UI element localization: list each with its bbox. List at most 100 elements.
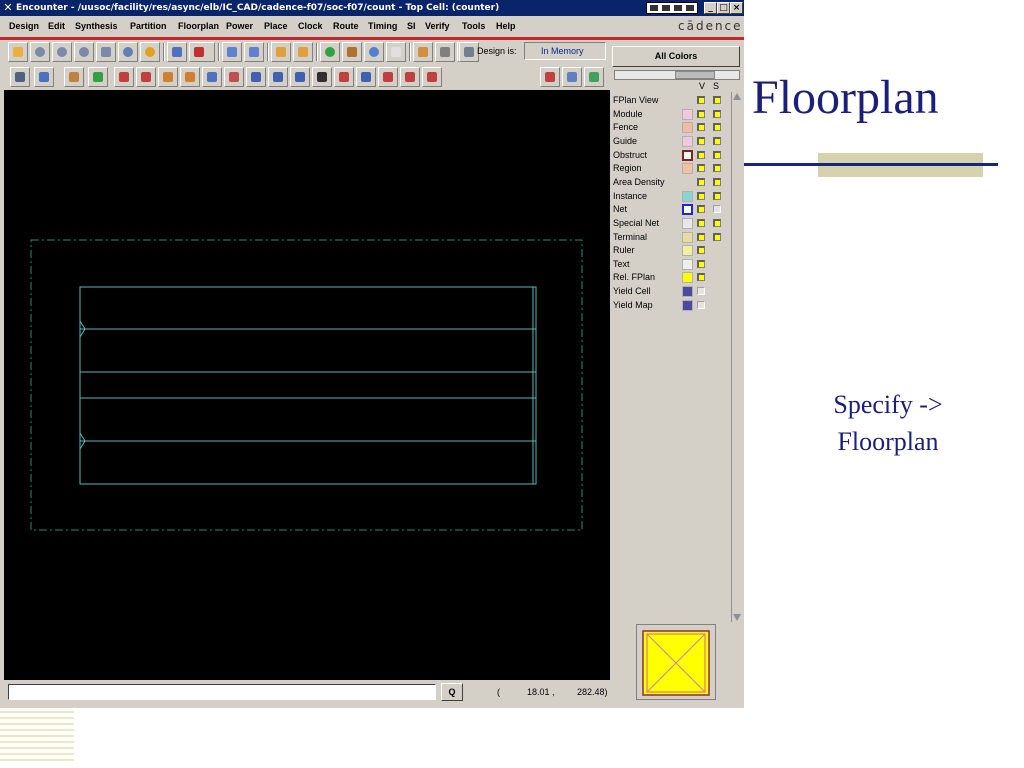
visible-checkbox[interactable] bbox=[697, 177, 705, 186]
menu-floorplan[interactable]: Floorplan bbox=[178, 21, 219, 31]
layer-color-swatch[interactable] bbox=[682, 163, 693, 175]
redraw-icon[interactable] bbox=[118, 42, 138, 62]
visible-checkbox[interactable] bbox=[697, 136, 705, 145]
visible-checkbox[interactable] bbox=[697, 273, 705, 282]
scroll-up-icon[interactable] bbox=[733, 93, 741, 100]
select-pointer-icon[interactable] bbox=[10, 67, 30, 87]
zoom-in-icon[interactable] bbox=[30, 42, 50, 62]
overview-window[interactable] bbox=[636, 624, 716, 700]
bend-tool-icon[interactable] bbox=[312, 67, 332, 87]
selectable-checkbox[interactable] bbox=[713, 96, 721, 104]
selectable-checkbox[interactable] bbox=[713, 232, 721, 241]
place-tool-icon[interactable] bbox=[136, 67, 156, 87]
stack-tool-icon[interactable] bbox=[180, 67, 200, 87]
menu-clock[interactable]: Clock bbox=[298, 21, 323, 31]
open-folder-icon[interactable] bbox=[8, 42, 28, 62]
select-color-icon[interactable] bbox=[167, 42, 187, 62]
split-tool-icon[interactable] bbox=[224, 67, 244, 87]
menu-design[interactable]: Design bbox=[9, 21, 39, 31]
camera-icon[interactable] bbox=[435, 42, 455, 62]
green-status-icon[interactable] bbox=[320, 42, 340, 62]
layer-color-swatch[interactable] bbox=[682, 190, 693, 202]
drag-tool-icon[interactable] bbox=[334, 67, 354, 87]
visible-checkbox[interactable] bbox=[697, 164, 705, 173]
visible-checkbox[interactable] bbox=[697, 259, 705, 268]
selectable-checkbox[interactable] bbox=[713, 191, 721, 200]
visible-checkbox[interactable] bbox=[697, 246, 705, 255]
selectable-checkbox[interactable] bbox=[713, 123, 721, 132]
selectable-checkbox[interactable] bbox=[713, 164, 721, 173]
command-input[interactable] bbox=[8, 684, 436, 700]
floorplan-view-icon[interactable] bbox=[540, 67, 560, 87]
green-box-icon[interactable] bbox=[88, 67, 108, 87]
layer-color-swatch[interactable] bbox=[682, 299, 693, 311]
query-button[interactable]: Q bbox=[441, 683, 463, 701]
visible-checkbox[interactable] bbox=[697, 232, 705, 241]
menu-synthesis[interactable]: Synthesis bbox=[75, 21, 118, 31]
measure-tool-icon[interactable] bbox=[400, 67, 420, 87]
visible-checkbox[interactable] bbox=[697, 300, 705, 309]
layer-panel-slider[interactable] bbox=[614, 70, 740, 80]
visible-checkbox[interactable] bbox=[697, 150, 705, 159]
visible-checkbox[interactable] bbox=[697, 109, 705, 118]
selectable-checkbox[interactable] bbox=[713, 177, 721, 186]
layer-color-swatch[interactable] bbox=[682, 258, 693, 270]
menu-tools[interactable]: Tools bbox=[462, 21, 485, 31]
selectable-checkbox[interactable] bbox=[713, 136, 721, 145]
redo-icon[interactable] bbox=[293, 42, 313, 62]
window-manager-icons[interactable] bbox=[646, 2, 698, 14]
shape-tool-icon[interactable] bbox=[246, 67, 266, 87]
menu-edit[interactable]: Edit bbox=[48, 21, 65, 31]
selectable-checkbox[interactable] bbox=[713, 205, 721, 214]
selectable-checkbox[interactable] bbox=[713, 218, 721, 227]
visible-checkbox[interactable] bbox=[697, 96, 705, 104]
layer-color-swatch[interactable] bbox=[682, 286, 693, 298]
align-tool-icon[interactable] bbox=[268, 67, 288, 87]
amoeba-view-icon[interactable] bbox=[562, 67, 582, 87]
clipboard-icon[interactable] bbox=[386, 42, 406, 62]
zoom-area-icon[interactable] bbox=[74, 42, 94, 62]
module-tool-icon[interactable] bbox=[202, 67, 222, 87]
hierarchy-icon[interactable] bbox=[342, 42, 362, 62]
scroll-down-icon[interactable] bbox=[733, 614, 741, 621]
all-colors-button[interactable]: All Colors bbox=[612, 46, 740, 67]
layer-color-swatch[interactable] bbox=[682, 231, 693, 243]
menu-power[interactable]: Power bbox=[226, 21, 253, 31]
visible-checkbox[interactable] bbox=[697, 205, 705, 214]
flip-tool-icon[interactable] bbox=[158, 67, 178, 87]
layer-color-swatch[interactable] bbox=[682, 204, 693, 216]
wire-tool-icon[interactable] bbox=[64, 67, 84, 87]
pattern-dropdown-icon[interactable] bbox=[189, 42, 215, 62]
physical-view-icon[interactable] bbox=[584, 67, 604, 87]
selectable-checkbox[interactable] bbox=[713, 150, 721, 159]
layer-panel-scrollbar[interactable] bbox=[731, 92, 741, 622]
layer-color-swatch[interactable] bbox=[682, 272, 693, 284]
move-tool-icon[interactable] bbox=[34, 67, 54, 87]
menu-verify[interactable]: Verify bbox=[425, 21, 450, 31]
menu-place[interactable]: Place bbox=[264, 21, 288, 31]
menu-si[interactable]: SI bbox=[407, 21, 416, 31]
maximize-button[interactable]: □ bbox=[717, 2, 730, 14]
route-arrow-icon[interactable] bbox=[244, 42, 264, 62]
menu-timing[interactable]: Timing bbox=[368, 21, 397, 31]
cut-tool-icon[interactable] bbox=[114, 67, 134, 87]
layer-color-swatch[interactable] bbox=[682, 108, 693, 120]
layer-color-swatch[interactable] bbox=[682, 217, 693, 229]
menu-help[interactable]: Help bbox=[496, 21, 516, 31]
visible-checkbox[interactable] bbox=[697, 191, 705, 200]
refresh-icon[interactable] bbox=[140, 42, 160, 62]
layout-canvas[interactable] bbox=[4, 90, 610, 680]
layer-color-swatch[interactable] bbox=[682, 135, 693, 147]
edit-pin-icon[interactable] bbox=[422, 67, 442, 87]
menu-partition[interactable]: Partition bbox=[130, 21, 167, 31]
zoom-out-icon[interactable] bbox=[52, 42, 72, 62]
visible-checkbox[interactable] bbox=[697, 123, 705, 132]
close-button[interactable]: × bbox=[730, 2, 743, 14]
info-icon[interactable] bbox=[364, 42, 384, 62]
spread-tool-icon[interactable] bbox=[290, 67, 310, 87]
undo-icon[interactable] bbox=[271, 42, 291, 62]
layer-color-swatch[interactable] bbox=[682, 245, 693, 257]
ruler-tool-icon[interactable] bbox=[356, 67, 376, 87]
layer-color-swatch[interactable] bbox=[682, 149, 693, 161]
layer-color-swatch[interactable] bbox=[682, 122, 693, 134]
